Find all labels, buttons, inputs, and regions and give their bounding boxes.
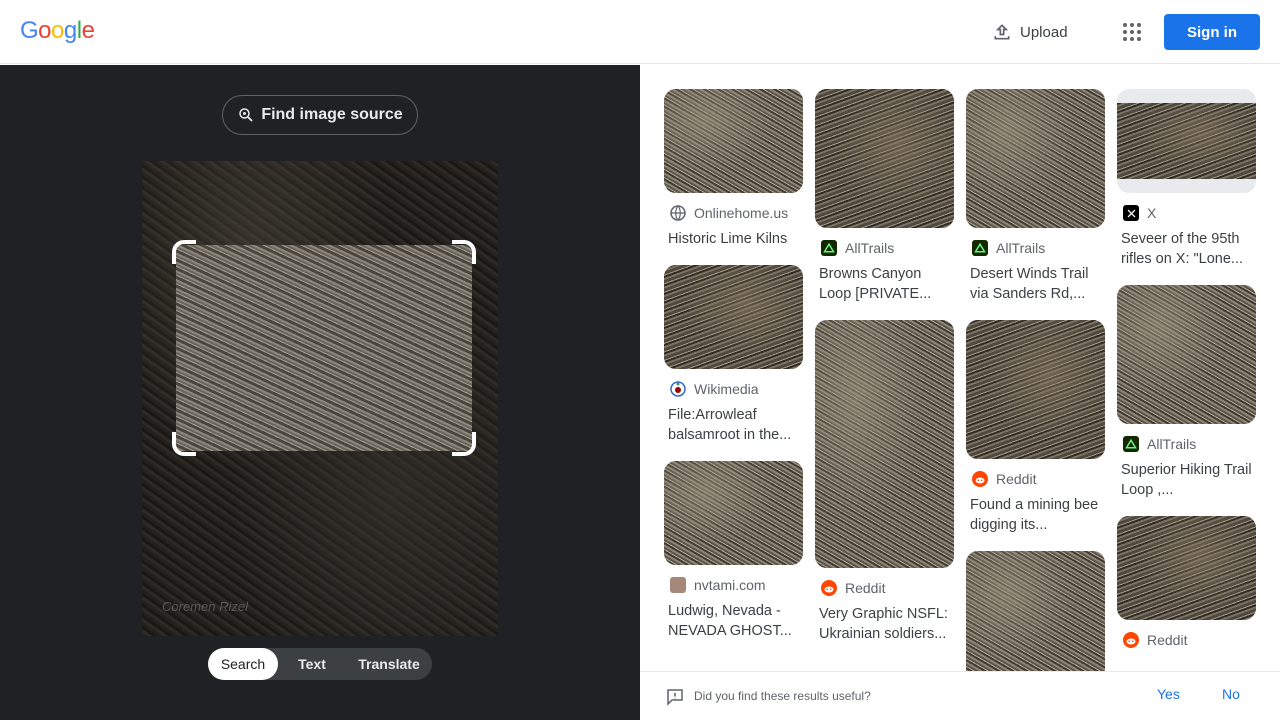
result-card[interactable]: AllTrails Desert Winds Trail via Sanders… [966,89,1105,304]
upload-button[interactable]: Upload [992,18,1068,46]
result-source-name: Wikimedia [694,381,759,397]
results-column: AllTrails Browns Canyon Loop [PRIVATE...… [815,89,954,660]
result-card[interactable]: Reddit [1117,516,1256,648]
query-image[interactable]: Coremen Rizel [142,161,498,636]
result-source-name: Reddit [1147,632,1188,648]
alltrails-icon [821,240,837,256]
logo-letter: o [38,17,52,44]
result-card[interactable]: nvtami.com Ludwig, Nevada - NEVADA GHOST… [664,461,803,641]
result-source[interactable]: AllTrails [1123,436,1256,452]
mode-switcher: Search Text Translate [208,648,432,680]
result-card[interactable]: X Seveer of the 95th rifles on X: "Lone.… [1117,89,1256,269]
find-image-source-label: Find image source [261,106,403,123]
result-thumbnail[interactable] [1117,516,1256,620]
result-card[interactable]: AllTrails Superior Hiking Trail Loop ,..… [1117,285,1256,500]
result-source-name: AllTrails [996,240,1046,256]
feedback-yes-button[interactable]: Yes [1157,686,1180,702]
result-title[interactable]: Very Graphic NSFL: Ukrainian soldiers... [819,604,951,644]
result-title[interactable]: Superior Hiking Trail Loop ,... [1121,460,1253,500]
result-card[interactable]: Wikimedia File:Arrowleaf balsamroot in t… [664,265,803,445]
result-thumbnail[interactable] [815,320,954,568]
result-title[interactable]: Browns Canyon Loop [PRIVATE... [819,264,951,304]
result-source[interactable]: X [1123,205,1256,221]
result-source[interactable]: nvtami.com [670,577,803,593]
logo-letter: o [51,17,64,44]
results-column: X Seveer of the 95th rifles on X: "Lone.… [1117,89,1256,664]
result-thumbnail[interactable] [664,89,803,193]
feedback-question: Did you find these results useful? [694,689,871,703]
feedback-icon [667,689,683,706]
result-source[interactable]: Reddit [972,471,1105,487]
result-card[interactable]: Reddit Very Graphic NSFL: Ukrainian sold… [815,320,954,644]
reddit-icon [972,471,988,487]
wikimedia-icon [670,381,686,397]
crop-handle-bottom-left[interactable] [172,432,196,456]
mode-text-tab[interactable]: Text [278,648,346,680]
result-card[interactable]: AllTrails Browns Canyon Loop [PRIVATE... [815,89,954,304]
globe-icon [670,205,686,221]
logo-letter: g [63,17,77,44]
result-thumbnail[interactable] [664,461,803,565]
result-thumbnail[interactable] [1117,285,1256,424]
result-source[interactable]: Onlinehome.us [670,205,803,221]
result-title[interactable]: Ludwig, Nevada - NEVADA GHOST... [668,601,800,641]
lens-search-icon [239,108,253,122]
result-card[interactable] [966,551,1105,690]
feedback-no-button[interactable]: No [1222,686,1240,702]
result-card[interactable]: Reddit Found a mining bee digging its... [966,320,1105,535]
crop-handle-top-right[interactable] [452,240,476,264]
crop-handle-bottom-right[interactable] [452,432,476,456]
google-logo[interactable]: Google [20,17,95,45]
result-source-name: Onlinehome.us [694,205,789,221]
result-title[interactable]: Historic Lime Kilns [668,229,800,249]
feedback-bar: Did you find these results useful? Yes N… [640,671,1280,720]
alltrails-icon [972,240,988,256]
mode-search-tab[interactable]: Search [208,648,278,680]
result-source[interactable]: Wikimedia [670,381,803,397]
results-column: AllTrails Desert Winds Trail via Sanders… [966,89,1105,706]
apps-grid-icon[interactable] [1120,20,1144,44]
result-source[interactable]: Reddit [821,580,954,596]
logo-letter: G [20,17,39,44]
results-panel: Onlinehome.us Historic Lime Kilns Wikime… [640,65,1280,720]
result-source[interactable]: Reddit [1123,632,1256,648]
header: Google Upload Sign in [0,0,1280,64]
crop-handle-top-left[interactable] [172,240,196,264]
upload-icon [994,24,1010,40]
result-source-name: Reddit [996,471,1037,487]
result-source[interactable]: AllTrails [821,240,954,256]
result-card[interactable]: Onlinehome.us Historic Lime Kilns [664,89,803,249]
result-thumbnail[interactable] [966,551,1105,690]
nvtami-icon [670,577,686,593]
result-thumbnail[interactable] [815,89,954,228]
query-image-panel: Find image source Coremen Rizel Search T… [0,65,640,720]
result-source-name: AllTrails [1147,436,1197,452]
result-title[interactable]: Seveer of the 95th rifles on X: "Lone... [1121,229,1253,269]
upload-label: Upload [1020,23,1068,41]
results-column: Onlinehome.us Historic Lime Kilns Wikime… [664,89,803,657]
result-title[interactable]: Desert Winds Trail via Sanders Rd,... [970,264,1102,304]
result-title[interactable]: Found a mining bee digging its... [970,495,1102,535]
result-source-name: X [1147,205,1157,221]
image-watermark: Coremen Rizel [162,599,248,614]
result-thumbnail[interactable] [1117,89,1256,193]
mode-translate-tab[interactable]: Translate [346,648,432,680]
result-source-name: Reddit [845,580,886,596]
crop-selection[interactable] [176,245,472,451]
result-thumbnail[interactable] [966,320,1105,459]
alltrails-icon [1123,436,1139,452]
x-icon [1123,205,1139,221]
result-title[interactable]: File:Arrowleaf balsamroot in the... [668,405,800,445]
reddit-icon [1123,632,1139,648]
sign-in-button[interactable]: Sign in [1164,14,1260,50]
result-source-name: nvtami.com [694,577,766,593]
result-source[interactable]: AllTrails [972,240,1105,256]
reddit-icon [821,580,837,596]
result-thumbnail[interactable] [664,265,803,369]
result-source-name: AllTrails [845,240,895,256]
result-thumbnail[interactable] [966,89,1105,228]
logo-letter: e [81,17,95,44]
find-image-source-button[interactable]: Find image source [222,95,418,135]
